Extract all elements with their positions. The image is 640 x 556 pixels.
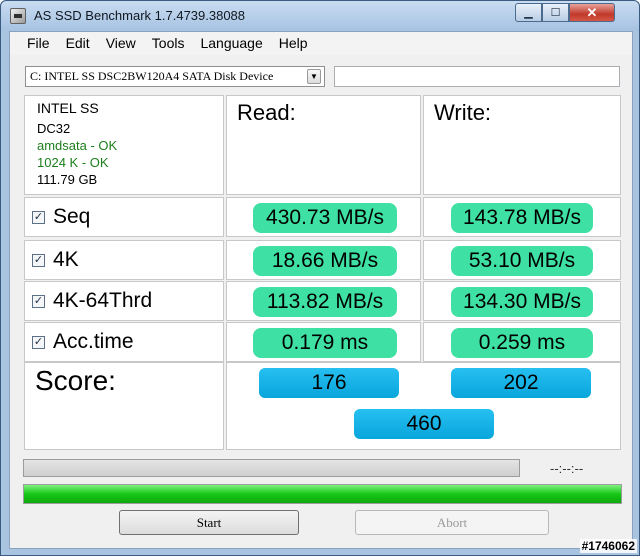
app-icon: [10, 8, 26, 24]
row-acctime-label: ✓ Acc.time: [24, 322, 224, 362]
write-column-header: Write:: [423, 95, 621, 195]
menu-language[interactable]: Language: [192, 32, 270, 55]
menu-bar: File Edit View Tools Language Help: [10, 32, 632, 55]
client-area: File Edit View Tools Language Help C: IN…: [9, 31, 633, 549]
drive-model: INTEL SS: [37, 100, 99, 116]
score-total-value: 460: [354, 409, 494, 439]
window-title: AS SSD Benchmark 1.7.4739.38088: [34, 8, 246, 23]
watermark: #1746062: [579, 539, 637, 553]
minimize-icon: ▁: [524, 7, 533, 19]
menu-file[interactable]: File: [10, 32, 58, 55]
seq-checkbox[interactable]: ✓: [32, 211, 45, 224]
maximize-icon: ☐: [550, 7, 561, 19]
row-4k64-read: 113.82 MB/s: [226, 281, 421, 321]
test-progress-bar: [23, 459, 520, 477]
row-4k-write: 53.10 MB/s: [423, 240, 621, 280]
elapsed-time: --:--:--: [550, 461, 584, 476]
row-4k64-label: ✓ 4K-64Thrd: [24, 281, 224, 321]
row-name: Acc.time: [53, 330, 134, 353]
score-read-value: 176: [259, 368, 399, 398]
4k64-checkbox[interactable]: ✓: [32, 295, 45, 308]
drive-select-value: C: INTEL SS DSC2BW120A4 SATA Disk Device: [30, 69, 274, 83]
4k64-read-value: 113.82 MB/s: [253, 287, 397, 317]
acctime-read-value: 0.179 ms: [253, 328, 397, 358]
score-label-panel: Score:: [24, 362, 224, 450]
maximize-button[interactable]: ☐: [542, 3, 569, 22]
drive-select[interactable]: C: INTEL SS DSC2BW120A4 SATA Disk Device…: [25, 66, 325, 87]
close-button[interactable]: ✕: [569, 3, 615, 22]
read-column-header: Read:: [226, 95, 421, 195]
row-name: Seq: [53, 205, 91, 228]
row-4k-read: 18.66 MB/s: [226, 240, 421, 280]
close-icon: ✕: [586, 4, 598, 20]
row-name: 4K-64Thrd: [53, 289, 153, 312]
4k-write-value: 53.10 MB/s: [451, 246, 593, 276]
seq-read-value: 430.73 MB/s: [253, 203, 397, 233]
overall-progress-fill: [24, 485, 621, 503]
score-panel: 176 202 460: [226, 362, 621, 450]
acctime-write-value: 0.259 ms: [451, 328, 593, 358]
row-4k-label: ✓ 4K: [24, 240, 224, 280]
menu-tools[interactable]: Tools: [144, 32, 193, 55]
menu-help[interactable]: Help: [271, 32, 316, 55]
results-grid: INTEL SS DC32 amdsata - OK 1024 K - OK 1…: [24, 95, 621, 386]
minimize-button[interactable]: ▁: [515, 3, 542, 22]
drive-firmware: DC32: [37, 121, 71, 136]
row-seq-write: 143.78 MB/s: [423, 197, 621, 237]
menu-edit[interactable]: Edit: [58, 32, 98, 55]
title-bar[interactable]: AS SSD Benchmark 1.7.4739.38088 ▁ ☐ ✕: [1, 1, 639, 31]
abort-button[interactable]: Abort: [355, 510, 549, 535]
chevron-down-icon[interactable]: ▼: [307, 69, 321, 84]
row-acctime-write: 0.259 ms: [423, 322, 621, 362]
4k64-write-value: 134.30 MB/s: [451, 287, 593, 317]
score-write-value: 202: [451, 368, 591, 398]
drive-info-panel: INTEL SS DC32 amdsata - OK 1024 K - OK 1…: [24, 95, 224, 195]
row-4k64-write: 134.30 MB/s: [423, 281, 621, 321]
row-acctime-read: 0.179 ms: [226, 322, 421, 362]
row-name: 4K: [53, 248, 79, 271]
drive-capacity: 111.79 GB: [37, 172, 98, 187]
row-seq-label: ✓ Seq: [24, 197, 224, 237]
app-window: AS SSD Benchmark 1.7.4739.38088 ▁ ☐ ✕ Fi…: [0, 0, 640, 556]
read-title: Read:: [237, 100, 296, 125]
menu-view[interactable]: View: [98, 32, 144, 55]
alignment-status: 1024 K - OK: [37, 155, 109, 170]
acctime-checkbox[interactable]: ✓: [32, 336, 45, 349]
row-seq-read: 430.73 MB/s: [226, 197, 421, 237]
score-title: Score:: [35, 365, 116, 396]
start-button[interactable]: Start: [119, 510, 299, 535]
write-title: Write:: [434, 100, 492, 125]
4k-checkbox[interactable]: ✓: [32, 254, 45, 267]
seq-write-value: 143.78 MB/s: [451, 203, 593, 233]
driver-status: amdsata - OK: [37, 138, 118, 153]
4k-read-value: 18.66 MB/s: [253, 246, 397, 276]
overall-progress-bar: [23, 484, 622, 504]
blank-text-field[interactable]: [334, 66, 620, 87]
